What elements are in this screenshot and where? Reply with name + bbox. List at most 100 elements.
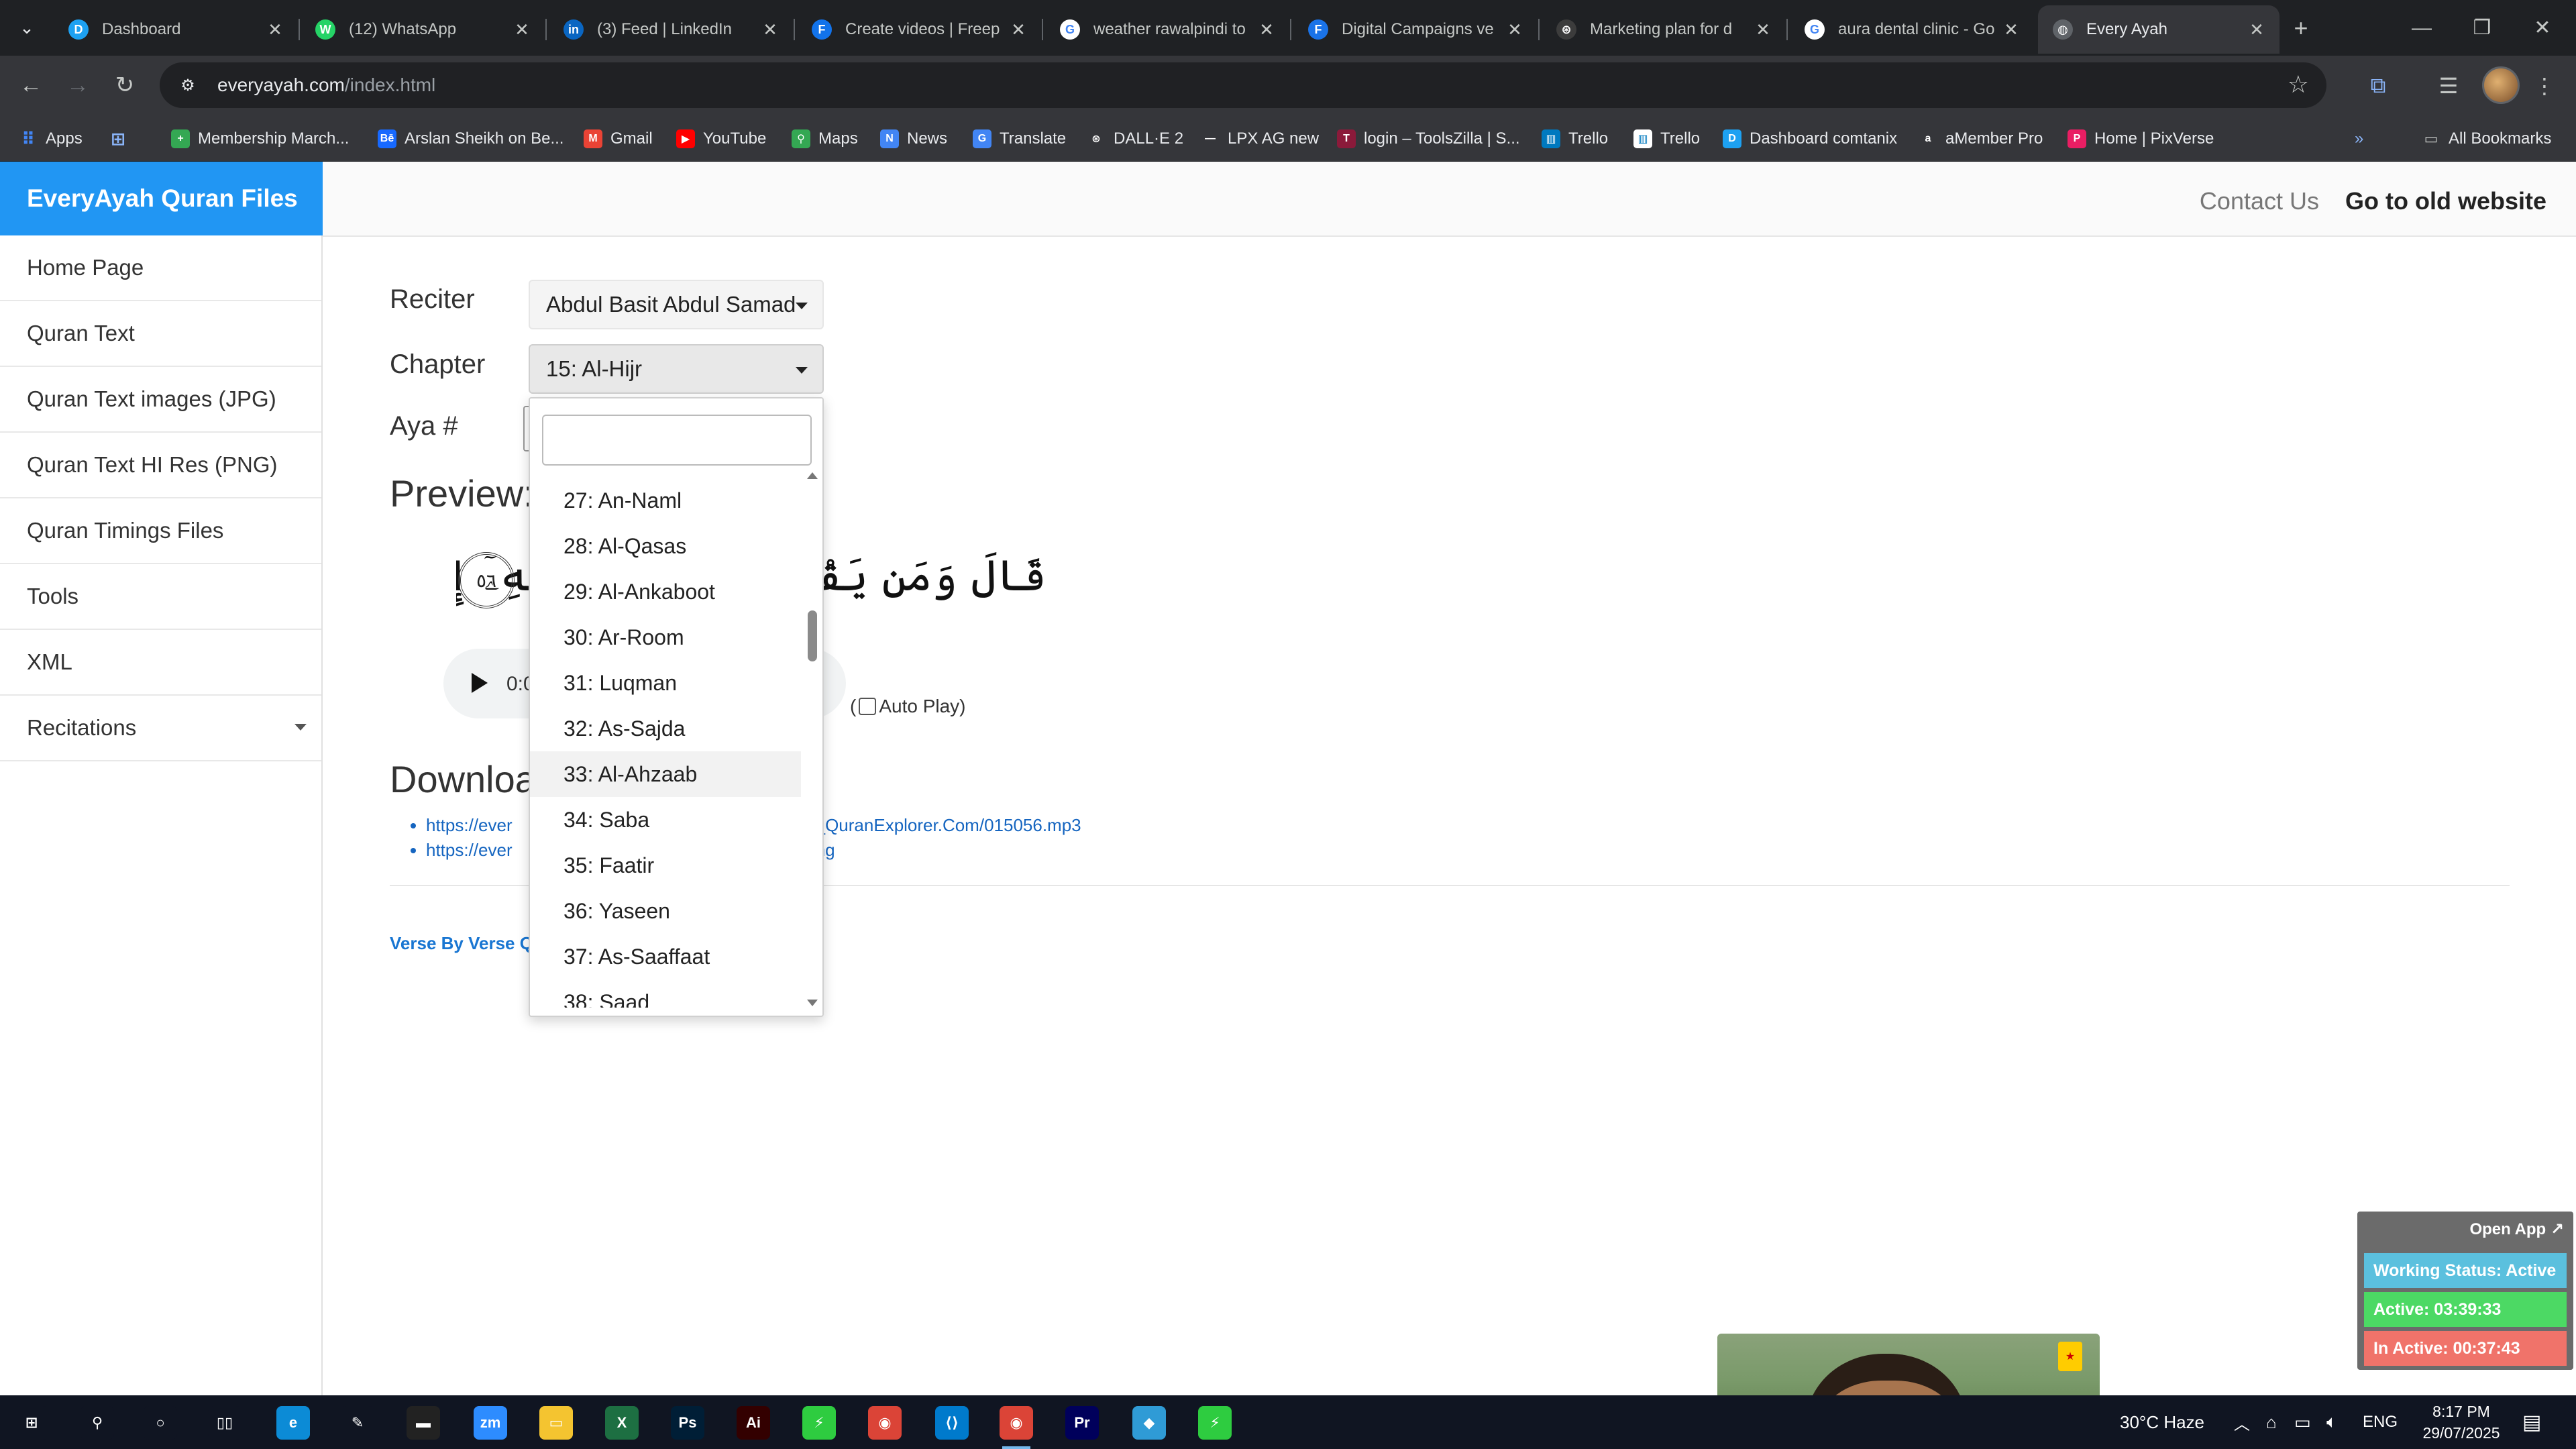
cortana-icon[interactable]: ○ (144, 1406, 177, 1440)
more-bookmarks-button[interactable]: » (2355, 125, 2363, 152)
bookmark-item[interactable]: ⊞ (109, 125, 136, 152)
language-indicator[interactable]: ENG (2363, 1395, 2398, 1449)
photoshop-icon[interactable]: Ps (671, 1406, 704, 1440)
play-icon[interactable] (472, 673, 488, 693)
scroll-thumb[interactable] (808, 610, 817, 661)
chapter-option[interactable]: 27: An-Naml (530, 478, 801, 523)
browser-tab[interactable]: ◍ Every Ayah ✕ (2038, 5, 2279, 54)
app-icon[interactable]: ◆ (1132, 1406, 1166, 1440)
bookmark-item[interactable]: ▥ Trello (1542, 125, 1608, 152)
close-tab-icon[interactable]: ✕ (761, 19, 780, 40)
close-window-button[interactable]: ✕ (2506, 0, 2576, 56)
dropdown-search-input[interactable] (542, 415, 812, 466)
all-bookmarks-button[interactable]: ▭ All Bookmarks (2422, 125, 2552, 152)
notifications-icon[interactable]: ▤ (2522, 1395, 2541, 1449)
bookmark-item[interactable]: ⊛ DALL·E 2 (1087, 125, 1183, 152)
old-website-link[interactable]: Go to old website (2345, 187, 2546, 215)
tab-search-chevron-icon[interactable]: ⌄ (9, 13, 44, 42)
bookmark-item[interactable]: a aMember Pro (1919, 125, 2043, 152)
bookmark-item[interactable]: P Home | PixVerse (2068, 125, 2214, 152)
sidebar-item-quran-text-images-jpg[interactable]: Quran Text images (JPG) (0, 367, 321, 433)
reload-button[interactable]: ↻ (107, 68, 142, 103)
chapter-option[interactable]: 36: Yaseen (530, 888, 801, 934)
close-tab-icon[interactable]: ✕ (2247, 19, 2266, 40)
excel-icon[interactable]: X (605, 1406, 639, 1440)
tray-onedrive-icon[interactable]: ⌂ (2266, 1395, 2277, 1449)
bookmark-item[interactable]: + Membership March... (171, 125, 349, 152)
chapter-option[interactable]: 38: Saad (530, 979, 801, 1008)
task-view-icon[interactable]: ▯▯ (208, 1406, 241, 1440)
sidebar-item-xml[interactable]: XML (0, 630, 321, 696)
file-explorer-icon[interactable]: ▭ (539, 1406, 573, 1440)
bookmark-item[interactable]: Tlogin – ToolsZilla | S... (1337, 125, 1520, 152)
new-tab-button[interactable]: + (2284, 13, 2318, 43)
chapter-select[interactable]: 15: Al-Hijr (529, 344, 824, 394)
menu-kebab-icon[interactable]: ⋮ (2528, 69, 2561, 103)
windows-start-icon[interactable]: ⊞ (15, 1406, 48, 1440)
sidebar-item-quran-text-hi-res-png[interactable]: Quran Text HI Res (PNG) (0, 433, 321, 498)
browser-tab[interactable]: Gweather rawalpindi to ✕ (1045, 5, 1289, 54)
terminal-icon[interactable]: ▬ (407, 1406, 440, 1440)
bookmark-star-icon[interactable]: ☆ (2288, 70, 2309, 99)
profile-avatar[interactable] (2482, 66, 2520, 104)
bookmark-item[interactable]: ▶ YouTube (676, 125, 766, 152)
extensions-icon[interactable]: ⧉ (2361, 69, 2395, 103)
pen-icon[interactable]: ✎ (341, 1406, 374, 1440)
sidebar-item-quran-timings-files[interactable]: Quran Timings Files (0, 498, 321, 564)
sidebar-item-home-page[interactable]: Home Page (0, 235, 321, 301)
chapter-option[interactable]: 37: As-Saaffaat (530, 934, 801, 979)
dropdown-scrollbar[interactable] (804, 472, 820, 1006)
verse-by-verse-link[interactable]: Verse By Verse Q (390, 933, 533, 954)
back-button[interactable]: ← (13, 68, 48, 103)
close-tab-icon[interactable]: ✕ (1257, 19, 1276, 40)
browser-tab[interactable]: in (3) Feed | LinkedIn ✕ (549, 5, 793, 54)
bookmark-item[interactable]: ⠿ Apps (19, 125, 83, 152)
weather-widget[interactable]: 30°C Haze (2120, 1395, 2204, 1449)
clock[interactable]: 8:17 PM 29/07/2025 (2411, 1395, 2512, 1449)
site-info-icon[interactable]: ⚙ (173, 70, 203, 100)
edge-icon[interactable]: e (276, 1406, 310, 1440)
bookmark-item[interactable]: D Dashboard comtanix (1723, 125, 1897, 152)
auto-play-toggle[interactable]: (Auto Play) (850, 696, 966, 717)
open-app-button[interactable]: Open App ↗ (2469, 1220, 2564, 1239)
close-tab-icon[interactable]: ✕ (513, 19, 531, 40)
chapter-option[interactable]: 28: Al-Qasas (530, 523, 801, 569)
media-controls-icon[interactable]: ☰ (2432, 69, 2465, 103)
site-brand[interactable]: EveryAyah Quran Files (0, 162, 323, 235)
browser-tab[interactable]: F Digital Campaigns ve ✕ (1293, 5, 1538, 54)
bookmark-item[interactable]: N News (880, 125, 947, 152)
close-tab-icon[interactable]: ✕ (2002, 19, 2021, 40)
zoom-icon[interactable]: zm (474, 1406, 507, 1440)
chapter-option[interactable]: 30: Ar-Room (530, 614, 801, 660)
forward-button[interactable]: → (60, 68, 95, 103)
illustrator-icon[interactable]: Ai (737, 1406, 770, 1440)
bookmark-item[interactable]: Bē Arslan Sheikh on Be... (378, 125, 564, 152)
search-icon[interactable]: ⚲ (80, 1406, 114, 1440)
close-tab-icon[interactable]: ✕ (266, 19, 284, 40)
vscode-icon[interactable]: ⟨⟩ (935, 1406, 969, 1440)
scroll-down-icon[interactable] (807, 1000, 818, 1006)
bookmark-item[interactable]: ⚲ Maps (792, 125, 858, 152)
volume-icon[interactable]: 🔈︎ (2326, 1395, 2337, 1449)
green-app-2-icon[interactable]: ⚡ (1198, 1406, 1232, 1440)
browser-tab[interactable]: F Create videos | Freep ✕ (797, 5, 1041, 54)
green-app-icon[interactable]: ⚡ (802, 1406, 836, 1440)
bookmark-item[interactable]: G Translate (973, 125, 1066, 152)
premiere-icon[interactable]: Pr (1065, 1406, 1099, 1440)
sidebar-item-quran-text[interactable]: Quran Text (0, 301, 321, 367)
chapter-option[interactable]: 33: Al-Ahzaab (530, 751, 801, 797)
chapter-option[interactable]: 32: As-Sajda (530, 706, 801, 751)
bookmark-item[interactable]: ▥ Trello (1633, 125, 1700, 152)
scroll-up-icon[interactable] (807, 472, 818, 479)
chapter-option[interactable]: 29: Al-Ankaboot (530, 569, 801, 614)
network-icon[interactable]: ▭ (2294, 1395, 2311, 1449)
close-tab-icon[interactable]: ✕ (1505, 19, 1524, 40)
browser-tab[interactable]: ⊛ Marketing plan for d ✕ (1542, 5, 1786, 54)
tray-chevron-icon[interactable]: ︿ (2234, 1395, 2250, 1449)
close-tab-icon[interactable]: ✕ (1009, 19, 1028, 40)
chapter-option[interactable]: 34: Saba (530, 797, 801, 843)
bookmark-item[interactable]: — LPX AG new (1201, 125, 1319, 152)
chapter-option[interactable]: 31: Luqman (530, 660, 801, 706)
sidebar-item-tools[interactable]: Tools (0, 564, 321, 630)
chapter-option[interactable]: 35: Faatir (530, 843, 801, 888)
